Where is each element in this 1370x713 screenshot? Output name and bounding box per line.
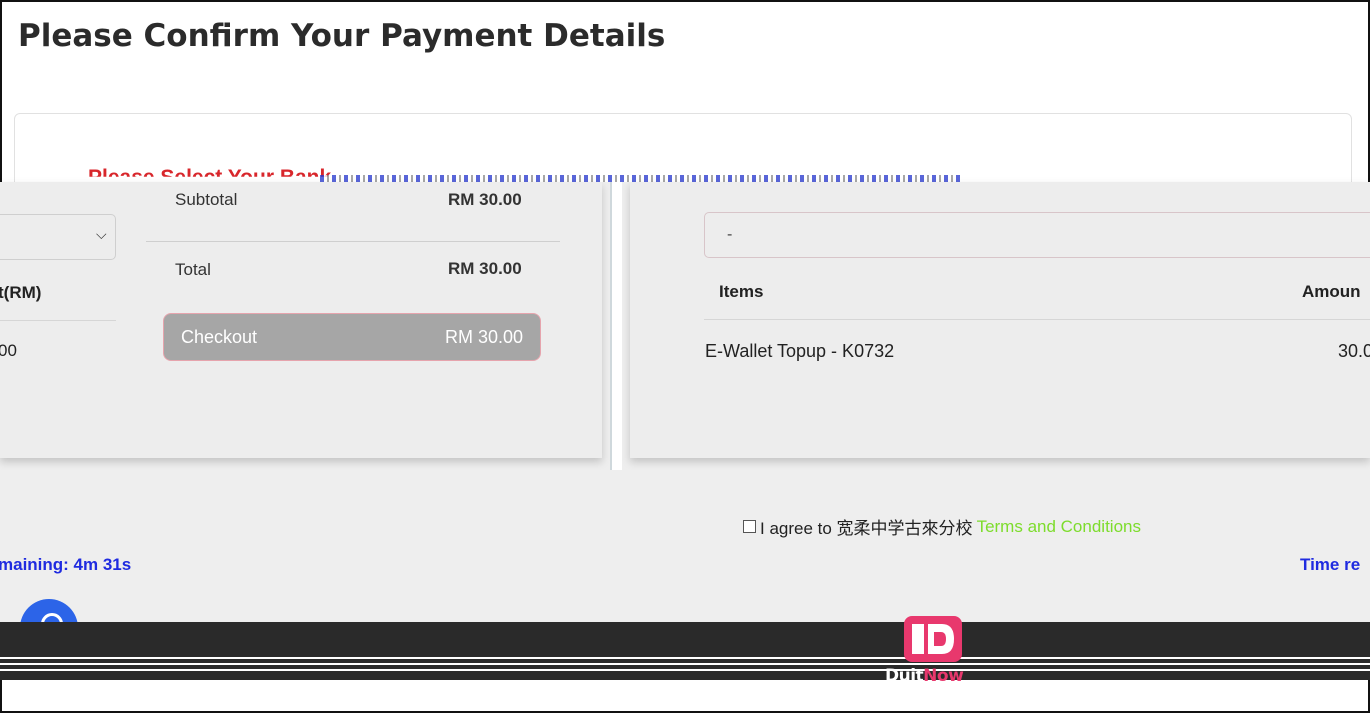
page-title: Please Confirm Your Payment Details (18, 18, 666, 54)
footer-stripe (0, 657, 1370, 659)
chevron-down-icon[interactable]: ⌵ (96, 226, 107, 243)
order-table-divider (704, 319, 1370, 320)
order-item-amount: 30.0 (1338, 341, 1370, 361)
terms-checkbox[interactable] (743, 520, 756, 533)
order-item-name: E-Wallet Topup - K0732 (705, 341, 895, 361)
terms-agreement: I agree to 宽柔中学古來分校 Terms and Conditions (743, 514, 1141, 539)
amount-column-header: Amoun (1302, 282, 1361, 301)
footer-stripe (0, 669, 1370, 671)
total-label: Total (175, 260, 211, 279)
left-amount-cell: 00 (0, 341, 17, 360)
terms-link[interactable]: Terms and Conditions (977, 517, 1141, 537)
checkout-button[interactable]: Checkout RM 30.00 (163, 313, 541, 361)
duitnow-duit: Duit (885, 666, 924, 686)
subtotal-label: Subtotal (175, 190, 238, 209)
order-select[interactable]: - (704, 212, 1370, 258)
footer-stripe (0, 663, 1370, 665)
checkout-label: Checkout (181, 326, 258, 347)
summary-divider (146, 241, 560, 242)
items-column-header: Items (719, 282, 764, 301)
terms-prefix: I agree to 宽柔中学古來分校 (760, 519, 973, 538)
left-amount-header: t(RM) (0, 283, 42, 302)
footer-bar (0, 622, 1370, 680)
time-remaining-right: Time re (1300, 555, 1361, 574)
time-remaining-left: maining: 4m 31s (0, 555, 132, 574)
total-value: RM 30.00 (448, 259, 522, 278)
left-table-divider (0, 320, 116, 321)
duitnow-wordmark: DuitNow (885, 666, 964, 686)
subtotal-value: RM 30.00 (448, 190, 522, 209)
duitnow-now: Now (923, 666, 964, 686)
checkout-amount: RM 30.00 (444, 326, 523, 347)
panel-divider (610, 182, 622, 470)
